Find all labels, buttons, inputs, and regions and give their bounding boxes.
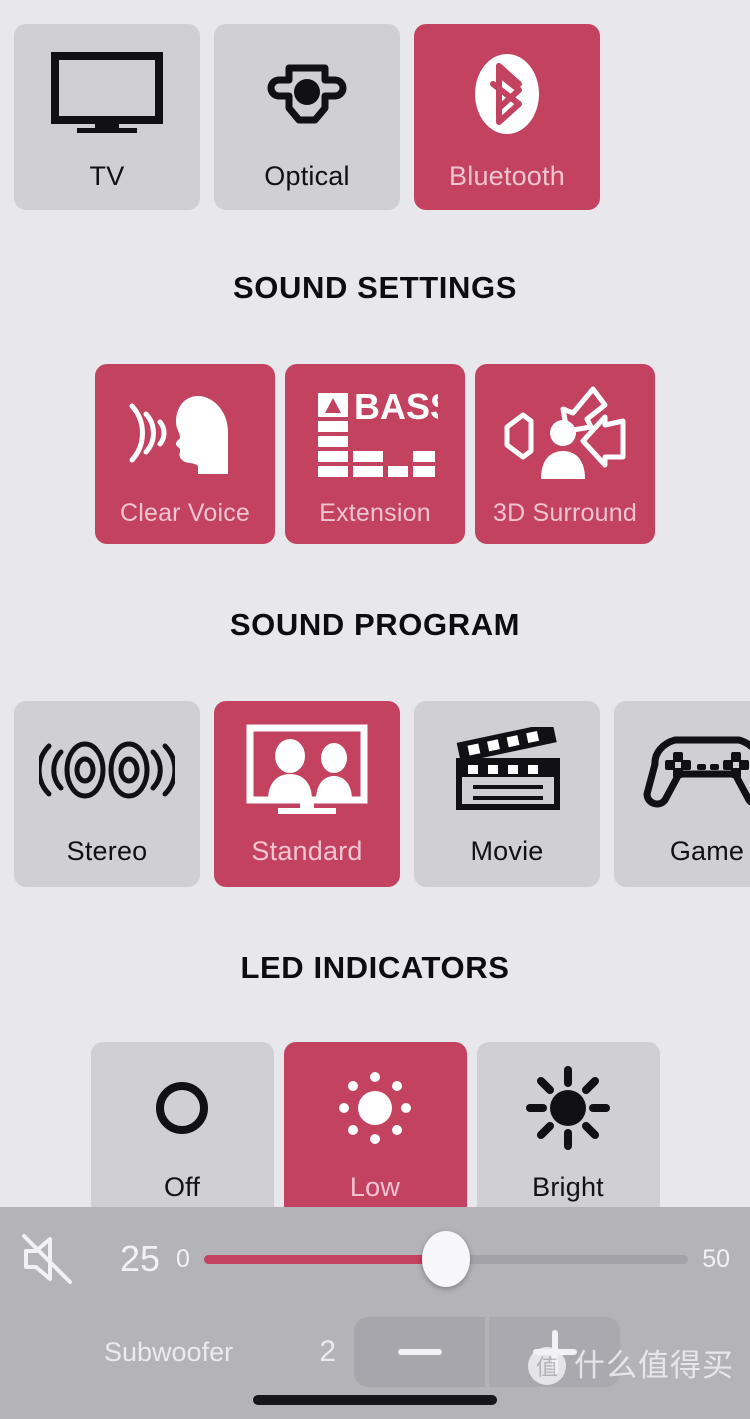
section-title-sound-settings: SOUND SETTINGS xyxy=(233,270,517,305)
sound-program-card-movie[interactable]: Movie xyxy=(414,701,600,887)
led-card-label: Low xyxy=(349,1172,401,1202)
led-card-label: Off xyxy=(163,1172,201,1202)
sound-program-card-game[interactable]: Game xyxy=(614,701,750,887)
clear-voice-icon xyxy=(95,364,275,501)
volume-row: 25 0 50 xyxy=(0,1207,750,1311)
sound-program-card-label: Movie xyxy=(470,836,544,866)
source-card-label: TV xyxy=(89,161,125,191)
bass-extension-icon: BASS xyxy=(285,364,465,501)
minus-icon xyxy=(397,1330,442,1374)
sound-settings-row: Clear Voice BASS Extension xyxy=(0,364,750,544)
source-card-optical[interactable]: Optical xyxy=(214,24,400,210)
sound-program-row[interactable]: Stereo Standard Movie Game xyxy=(0,701,750,887)
source-card-tv[interactable]: TV xyxy=(14,24,200,210)
sound-setting-card-extension[interactable]: BASS Extension xyxy=(285,364,465,544)
subwoofer-decrease-button[interactable] xyxy=(354,1317,485,1387)
subwoofer-increase-button[interactable] xyxy=(489,1317,620,1387)
section-title-sound-program: SOUND PROGRAM xyxy=(229,607,521,642)
sound-setting-card-label: Clear Voice xyxy=(119,499,251,527)
subwoofer-value: 2 xyxy=(319,1335,336,1368)
circle-outline-icon xyxy=(91,1042,274,1174)
bluetooth-icon xyxy=(414,24,600,163)
sun-bright-icon xyxy=(477,1042,660,1174)
clapperboard-icon xyxy=(414,701,600,838)
sound-program-card-stereo[interactable]: Stereo xyxy=(14,701,200,887)
mute-icon[interactable] xyxy=(18,1230,76,1288)
sound-program-card-label: Stereo xyxy=(66,836,148,866)
tv-icon xyxy=(14,24,200,163)
volume-slider[interactable] xyxy=(203,1229,689,1289)
section-title-led-indicators: LED INDICATORS xyxy=(240,950,510,985)
subwoofer-row: Subwoofer 2 xyxy=(0,1311,750,1393)
sound-setting-card-3d-surround[interactable]: 3D Surround xyxy=(475,364,655,544)
sound-setting-card-label: Extension xyxy=(319,499,431,527)
sound-setting-card-clear-voice[interactable]: Clear Voice xyxy=(95,364,275,544)
gamepad-icon xyxy=(614,701,750,838)
plus-icon xyxy=(532,1330,577,1374)
tv-people-icon xyxy=(214,701,400,838)
stereo-speakers-icon xyxy=(14,701,200,838)
volume-value: 25 xyxy=(119,1238,160,1279)
subwoofer-label: Subwoofer xyxy=(104,1336,234,1367)
led-card-off[interactable]: Off xyxy=(90,1042,274,1227)
volume-slider-fill xyxy=(203,1254,447,1264)
led-card-bright[interactable]: Bright xyxy=(476,1042,660,1227)
sound-setting-card-label: 3D Surround xyxy=(493,499,637,527)
volume-slider-thumb[interactable] xyxy=(422,1231,471,1287)
optical-icon xyxy=(214,24,400,163)
source-selector-row: TV Optical Bluetooth xyxy=(0,0,750,210)
sound-program-card-label: Game xyxy=(669,836,745,866)
bottom-control-bar: 25 0 50 Subwoofer 2 值 什么值得买 xyxy=(0,1207,750,1419)
led-card-label: Bright xyxy=(532,1172,604,1202)
home-indicator xyxy=(253,1395,497,1405)
surround-icon xyxy=(475,364,655,501)
source-card-label: Optical xyxy=(264,161,350,191)
volume-max-label: 50 xyxy=(702,1244,730,1273)
source-card-label: Bluetooth xyxy=(449,161,565,191)
source-card-bluetooth[interactable]: Bluetooth xyxy=(414,24,600,210)
sun-low-icon xyxy=(284,1042,467,1174)
led-indicators-row: Off Low Bright xyxy=(0,1042,750,1227)
sound-program-card-standard[interactable]: Standard xyxy=(214,701,400,887)
volume-min-label: 0 xyxy=(176,1244,190,1273)
led-card-low[interactable]: Low xyxy=(283,1042,467,1227)
sound-program-card-label: Standard xyxy=(251,836,363,866)
svg-text:BASS: BASS xyxy=(354,387,438,427)
